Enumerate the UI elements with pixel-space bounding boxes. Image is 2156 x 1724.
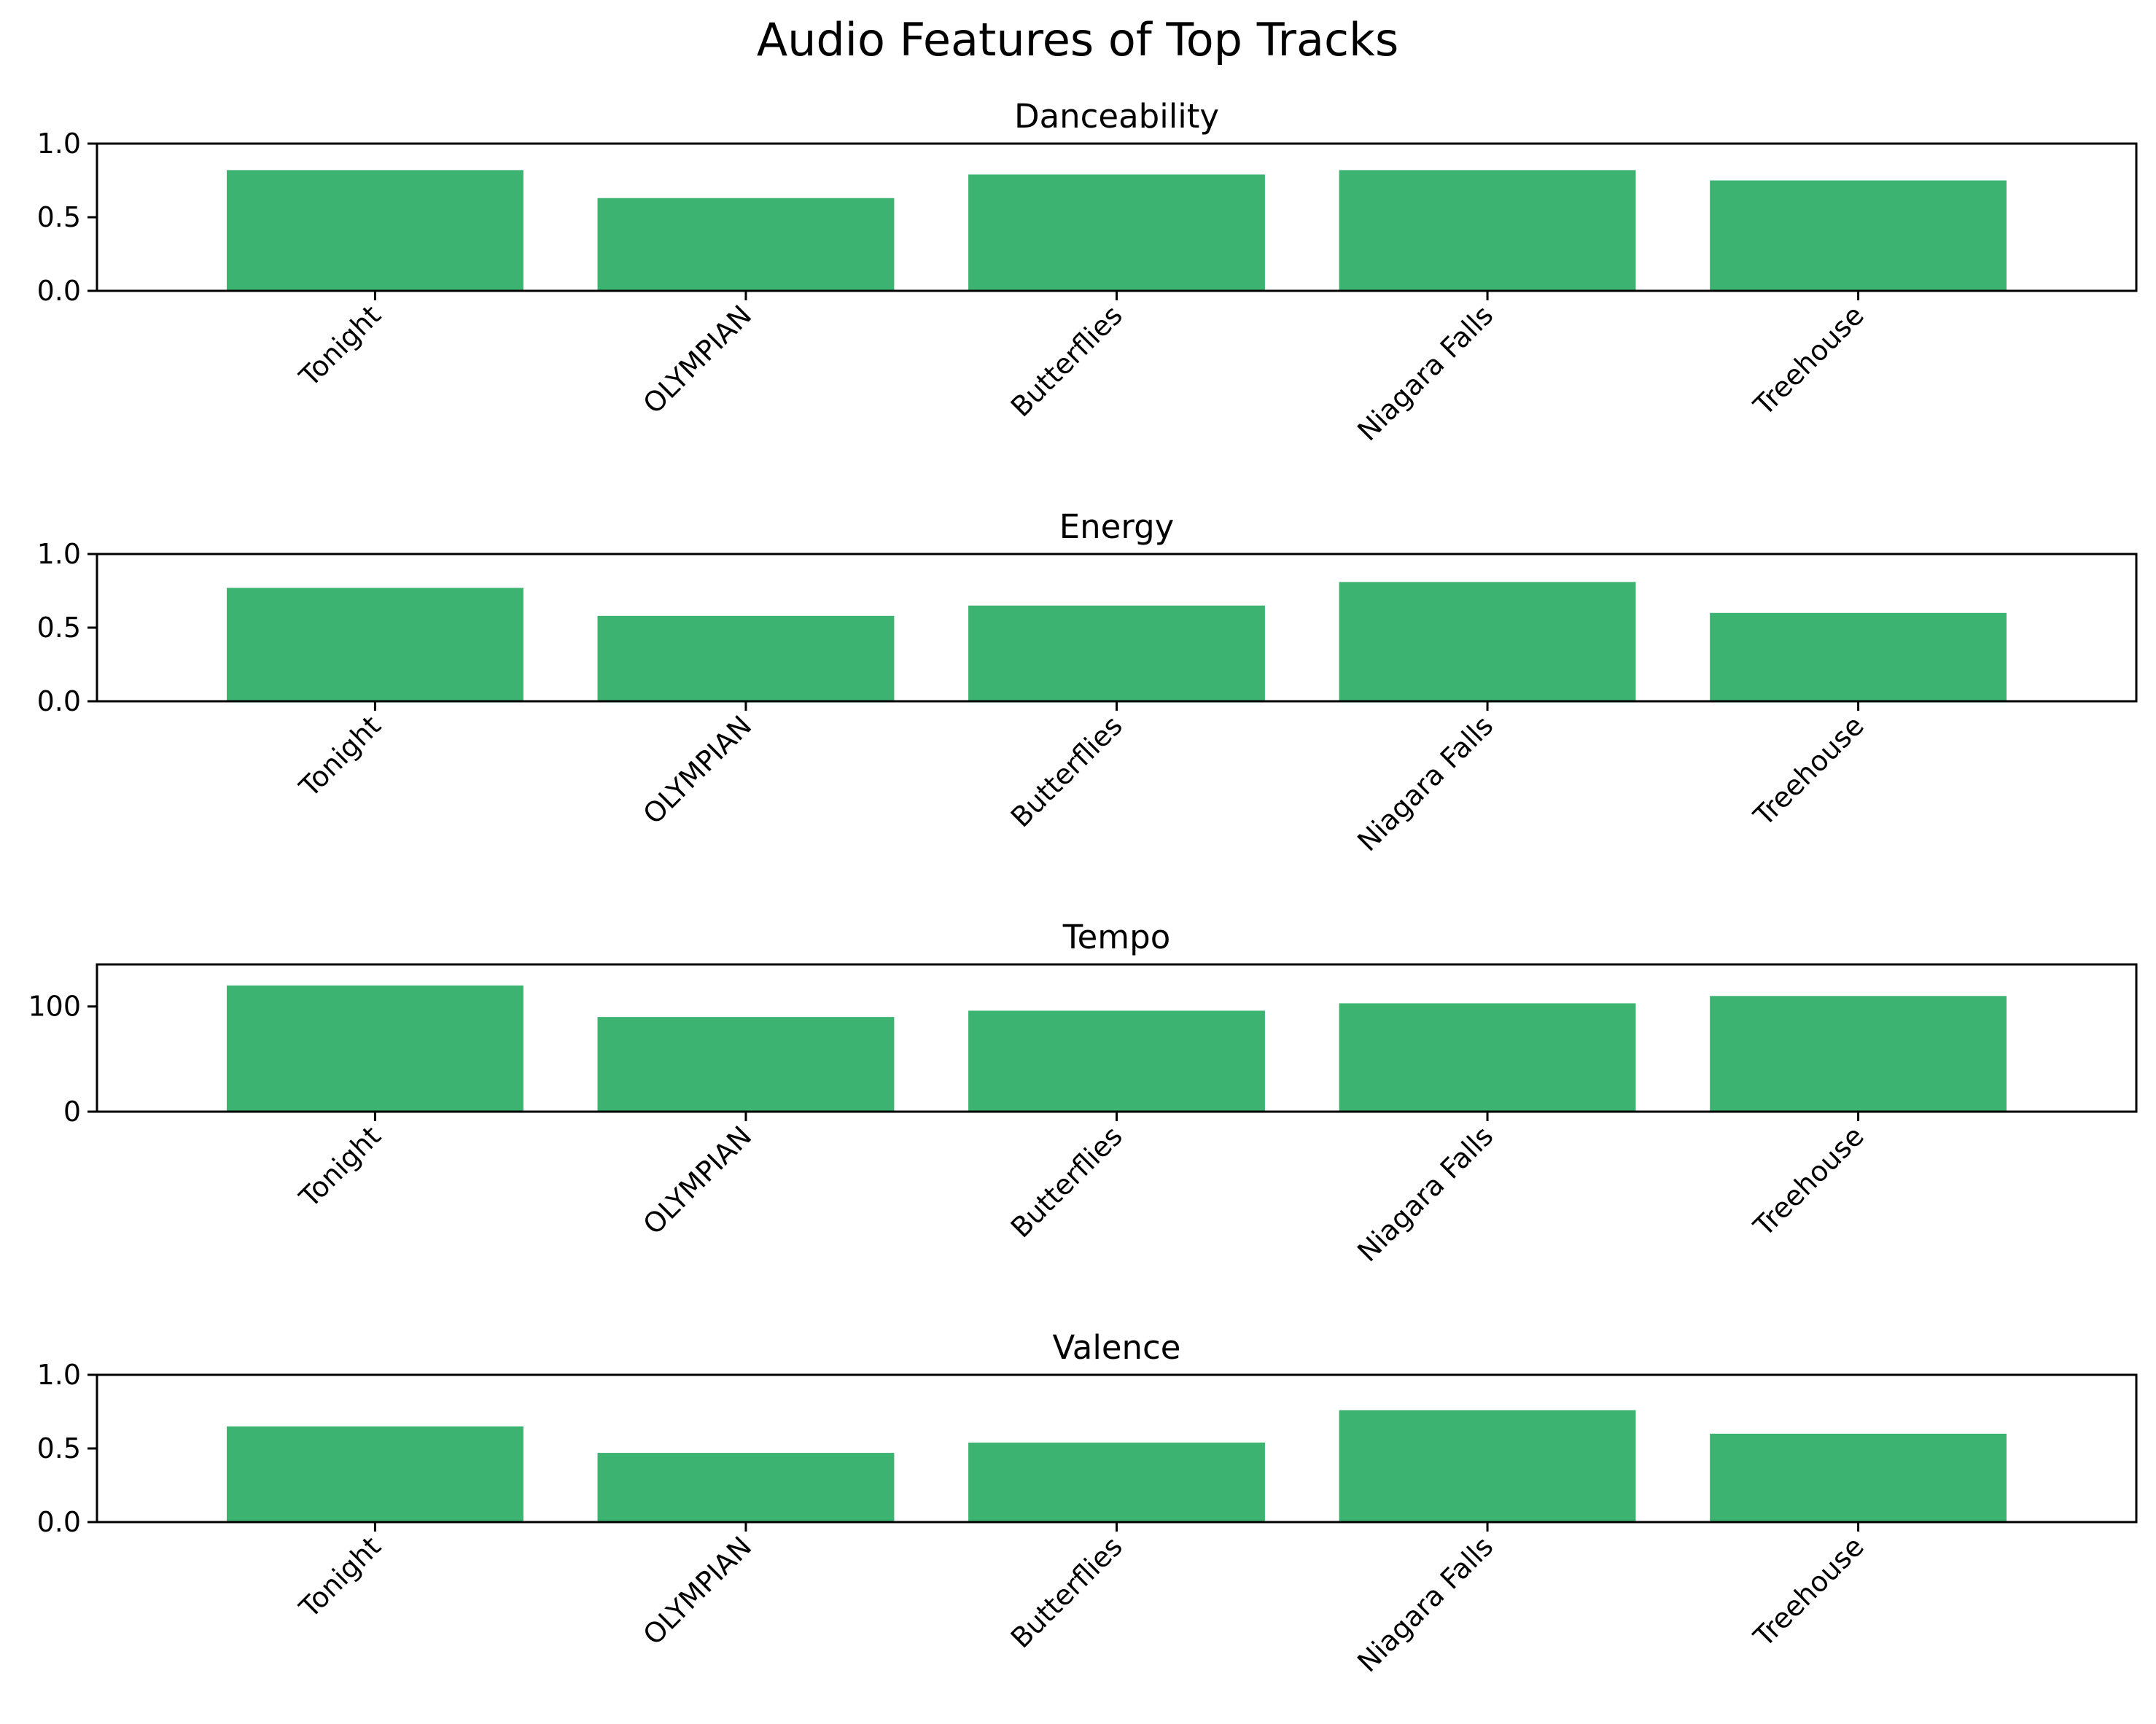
bar-butterflies <box>968 605 1265 701</box>
bar-niagara-falls <box>1339 1003 1636 1112</box>
subplot-title: Danceability <box>1014 97 1219 136</box>
x-tick-label: OLYMPIAN <box>637 1530 758 1651</box>
x-tick-label: Butterflies <box>1005 299 1129 423</box>
y-tick-label: 1.0 <box>37 538 81 570</box>
bar-niagara-falls <box>1339 1410 1636 1522</box>
y-tick-label: 0 <box>63 1096 81 1128</box>
bar-butterflies <box>968 174 1265 291</box>
x-tick-label: Niagara Falls <box>1351 299 1499 447</box>
x-tick-label: Tonight <box>293 1120 387 1214</box>
x-tick-label: OLYMPIAN <box>637 709 758 830</box>
bar-olympian <box>597 615 895 701</box>
x-tick-label: OLYMPIAN <box>637 299 758 420</box>
x-tick-label: Niagara Falls <box>1351 1120 1499 1268</box>
x-tick-label: Niagara Falls <box>1351 709 1499 857</box>
bar-olympian <box>597 198 895 291</box>
y-tick-label: 0.0 <box>37 685 81 717</box>
bar-treehouse <box>1710 180 2007 291</box>
x-tick-label: Tonight <box>293 1530 387 1624</box>
bar-olympian <box>597 1017 895 1112</box>
subplot-title: Energy <box>1059 507 1175 546</box>
x-tick-label: Treehouse <box>1747 709 1870 832</box>
y-tick-label: 0.0 <box>37 1506 81 1538</box>
figure: Audio Features of Top Tracks Danceabilit… <box>0 0 2156 1724</box>
x-tick-label: Niagara Falls <box>1351 1530 1499 1678</box>
subplot-title: Tempo <box>1062 918 1170 956</box>
subplot-title: Valence <box>1052 1328 1180 1367</box>
bar-butterflies <box>968 1442 1265 1522</box>
figure-title: Audio Features of Top Tracks <box>757 13 1399 66</box>
x-tick-label: Tonight <box>293 299 387 393</box>
chart-svg: Audio Features of Top Tracks Danceabilit… <box>28 13 2138 1678</box>
subplots: Danceability 0.0 0.5 1.0 Tonight OLYMPIAN Butt… <box>28 97 2138 1678</box>
x-tick-label: Tonight <box>293 709 387 803</box>
y-tick-label: 0.5 <box>37 612 81 644</box>
bar-butterflies <box>968 1010 1265 1112</box>
y-tick-label: 0.0 <box>37 275 81 307</box>
x-tick-label: Treehouse <box>1747 1120 1870 1243</box>
bar-treehouse <box>1710 612 2007 701</box>
bar-olympian <box>597 1453 895 1522</box>
subplot-danceability: Danceability 0.0 0.5 1.0 Tonight OLYMPIAN Butt… <box>37 97 2138 447</box>
bar-treehouse <box>1710 1433 2007 1522</box>
y-tick-label: 0.5 <box>37 1432 81 1464</box>
y-tick-label: 1.0 <box>37 1359 81 1391</box>
subplot-energy: Energy 0.0 0.5 1.0 Tonight OLYMPIAN Butterflie… <box>37 507 2138 857</box>
y-tick-label: 100 <box>28 991 81 1023</box>
subplot-valence: Valence 0.0 0.5 1.0 Tonight OLYMPIAN Butterfli… <box>37 1328 2138 1678</box>
x-tick-label: Butterflies <box>1005 1120 1129 1244</box>
y-tick-label: 0.5 <box>37 201 81 233</box>
x-tick-label: Treehouse <box>1747 1530 1870 1653</box>
bar-niagara-falls <box>1339 170 1636 291</box>
bar-tonight <box>226 170 524 291</box>
bar-tonight <box>226 588 524 701</box>
bar-treehouse <box>1710 996 2007 1112</box>
subplot-tempo: Tempo 0 100 Tonight OLYMPIAN Butterflies Niaga… <box>28 918 2138 1268</box>
x-tick-label: OLYMPIAN <box>637 1120 758 1241</box>
x-tick-label: Butterflies <box>1005 1530 1129 1654</box>
x-tick-label: Butterflies <box>1005 709 1129 833</box>
bar-tonight <box>226 1426 524 1522</box>
bar-niagara-falls <box>1339 582 1636 701</box>
y-tick-label: 1.0 <box>37 128 81 160</box>
bar-tonight <box>226 985 524 1112</box>
x-tick-label: Treehouse <box>1747 299 1870 422</box>
